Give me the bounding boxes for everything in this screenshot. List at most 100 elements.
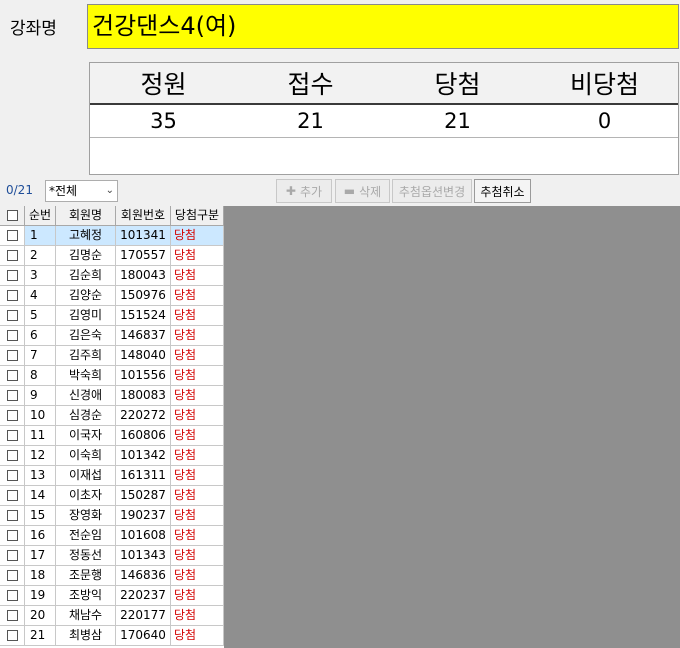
row-member-id: 150976 xyxy=(116,286,171,306)
row-member-id: 101343 xyxy=(116,546,171,566)
row-checkbox[interactable] xyxy=(0,346,25,366)
row-member-id: 161311 xyxy=(116,466,171,486)
row-checkbox[interactable] xyxy=(0,246,25,266)
delete-button[interactable]: ▬ 삭제 xyxy=(335,179,390,203)
row-no: 8 xyxy=(25,366,56,386)
row-checkbox[interactable] xyxy=(0,626,25,646)
table-row[interactable]: 20 채남수 220177 당첨 xyxy=(0,606,224,626)
course-name-field[interactable]: 건강댄스4(여) xyxy=(87,4,679,49)
table-row[interactable]: 2 김명순 170557 당첨 xyxy=(0,246,224,266)
table-row[interactable]: 8 박숙희 101556 당첨 xyxy=(0,366,224,386)
row-member-id: 148040 xyxy=(116,346,171,366)
row-checkbox[interactable] xyxy=(0,226,25,246)
table-row[interactable]: 4 김양순 150976 당첨 xyxy=(0,286,224,306)
row-member-id: 101342 xyxy=(116,446,171,466)
row-checkbox[interactable] xyxy=(0,566,25,586)
member-grid: 순번 회원명 회원번호 당첨구분 1 고혜정 101341 당첨 2 김명순 170557 당… xyxy=(0,206,224,648)
row-checkbox[interactable] xyxy=(0,506,25,526)
row-member-name: 박숙희 xyxy=(56,366,116,386)
table-row[interactable]: 12 이숙희 101342 당첨 xyxy=(0,446,224,466)
row-member-name: 채남수 xyxy=(56,606,116,626)
change-draw-option-button[interactable]: 추첨옵션변경 xyxy=(392,179,472,203)
row-checkbox[interactable] xyxy=(0,406,25,426)
column-header-status[interactable]: 당첨구분 xyxy=(171,206,224,226)
table-row[interactable]: 13 이재섭 161311 당첨 xyxy=(0,466,224,486)
row-no: 14 xyxy=(25,486,56,506)
row-status: 당첨 xyxy=(171,466,224,486)
row-checkbox[interactable] xyxy=(0,546,25,566)
summary-header-capacity: 정원 xyxy=(140,70,187,99)
column-header-name[interactable]: 회원명 xyxy=(56,206,116,226)
table-row[interactable]: 17 정동선 101343 당첨 xyxy=(0,546,224,566)
row-member-name: 고혜정 xyxy=(56,226,116,246)
row-status: 당첨 xyxy=(171,406,224,426)
table-row[interactable]: 10 심경순 220272 당첨 xyxy=(0,406,224,426)
row-member-name: 김영미 xyxy=(56,306,116,326)
row-checkbox[interactable] xyxy=(0,466,25,486)
row-status: 당첨 xyxy=(171,306,224,326)
row-no: 11 xyxy=(25,426,56,446)
row-checkbox[interactable] xyxy=(0,426,25,446)
table-row[interactable]: 15 장영화 190237 당첨 xyxy=(0,506,224,526)
row-checkbox[interactable] xyxy=(0,486,25,506)
row-status: 당첨 xyxy=(171,346,224,366)
chevron-down-icon: ⌄ xyxy=(105,185,114,196)
table-row[interactable]: 9 신경애 180083 당첨 xyxy=(0,386,224,406)
select-all-checkbox[interactable] xyxy=(0,206,25,226)
selection-count: 0/21 xyxy=(6,183,33,197)
column-header-no[interactable]: 순번 xyxy=(25,206,56,226)
row-member-id: 101341 xyxy=(116,226,171,246)
row-member-name: 김명순 xyxy=(56,246,116,266)
filter-select[interactable]: *전체 ⌄ xyxy=(45,180,118,202)
cancel-draw-button[interactable]: 추첨취소 xyxy=(474,179,531,203)
row-member-name: 심경순 xyxy=(56,406,116,426)
row-member-id: 150287 xyxy=(116,486,171,506)
row-checkbox[interactable] xyxy=(0,386,25,406)
row-checkbox[interactable] xyxy=(0,446,25,466)
row-no: 13 xyxy=(25,466,56,486)
row-member-name: 전순임 xyxy=(56,526,116,546)
table-row[interactable]: 11 이국자 160806 당첨 xyxy=(0,426,224,446)
row-member-id: 146836 xyxy=(116,566,171,586)
row-member-id: 160806 xyxy=(116,426,171,446)
row-member-id: 170557 xyxy=(116,246,171,266)
table-row[interactable]: 21 최병삼 170640 당첨 xyxy=(0,626,224,646)
row-member-name: 김순희 xyxy=(56,266,116,286)
row-checkbox[interactable] xyxy=(0,606,25,626)
row-checkbox[interactable] xyxy=(0,306,25,326)
summary-value-won: 21 xyxy=(444,109,471,133)
table-row[interactable]: 19 조방익 220237 당첨 xyxy=(0,586,224,606)
add-button[interactable]: ✚ 추가 xyxy=(276,179,332,203)
row-member-id: 180043 xyxy=(116,266,171,286)
summary-header-row: 정원 접수 당첨 비당첨 xyxy=(90,63,678,105)
row-no: 1 xyxy=(25,226,56,246)
row-checkbox[interactable] xyxy=(0,286,25,306)
row-member-name: 이국자 xyxy=(56,426,116,446)
row-status: 당첨 xyxy=(171,586,224,606)
table-row[interactable]: 6 김은숙 146837 당첨 xyxy=(0,326,224,346)
table-row[interactable]: 5 김영미 151524 당첨 xyxy=(0,306,224,326)
empty-panel xyxy=(224,206,680,648)
table-row[interactable]: 16 전순임 101608 당첨 xyxy=(0,526,224,546)
row-status: 당첨 xyxy=(171,426,224,446)
table-row[interactable]: 18 조문행 146836 당첨 xyxy=(0,566,224,586)
table-row[interactable]: 7 김주희 148040 당첨 xyxy=(0,346,224,366)
row-no: 3 xyxy=(25,266,56,286)
row-checkbox[interactable] xyxy=(0,366,25,386)
table-row[interactable]: 14 이초자 150287 당첨 xyxy=(0,486,224,506)
filter-select-value: *전체 xyxy=(49,184,78,198)
row-checkbox[interactable] xyxy=(0,326,25,346)
summary-header-won: 당첨 xyxy=(434,70,481,99)
row-checkbox[interactable] xyxy=(0,526,25,546)
table-row[interactable]: 3 김순희 180043 당첨 xyxy=(0,266,224,286)
row-checkbox[interactable] xyxy=(0,586,25,606)
column-header-member-id[interactable]: 회원번호 xyxy=(116,206,171,226)
table-row[interactable]: 1 고혜정 101341 당첨 xyxy=(0,226,224,246)
summary-header-not-won: 비당첨 xyxy=(569,70,639,99)
row-checkbox[interactable] xyxy=(0,266,25,286)
row-status: 당첨 xyxy=(171,246,224,266)
summary-header-applied: 접수 xyxy=(287,70,334,99)
row-member-id: 170640 xyxy=(116,626,171,646)
row-member-name: 신경애 xyxy=(56,386,116,406)
row-member-name: 김은숙 xyxy=(56,326,116,346)
